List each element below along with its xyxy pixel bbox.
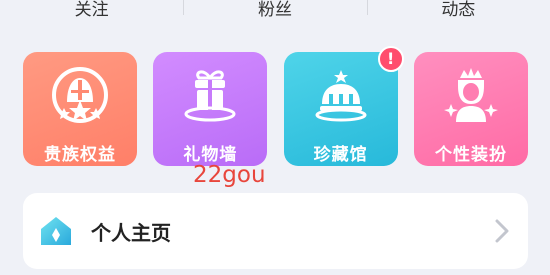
profile-stats-row: 关注 粉丝 动态 — [0, 0, 550, 20]
stat-follow[interactable]: 关注 — [0, 0, 183, 20]
tile-noble-rights[interactable]: 贵族权益 — [23, 52, 137, 166]
tile-collection-hall[interactable]: ! 珍藏馆 — [283, 46, 404, 166]
house-icon — [41, 217, 71, 245]
chevron-right-icon — [495, 219, 509, 243]
museum-icon — [315, 70, 367, 122]
tile-label: 贵族权益 — [44, 145, 116, 165]
tile-label: 珍藏馆 — [313, 145, 368, 165]
homepage-label: 个人主页 — [91, 220, 171, 245]
gift-icon — [184, 70, 236, 122]
princess-icon — [443, 68, 498, 122]
knight-helmet-icon — [52, 67, 108, 123]
watermark-text: 22gou — [193, 162, 266, 188]
stat-dynamic[interactable]: 动态 — [366, 0, 550, 20]
tile-label: 个性装扮 — [434, 145, 507, 165]
tile-gift-wall[interactable]: 礼物墙 — [153, 52, 268, 166]
feature-tiles: 贵族权益 礼物墙 ! 珍藏馆 个性装扮 — [23, 46, 528, 166]
tile-dress-up[interactable]: 个性装扮 — [413, 52, 528, 166]
stat-fans[interactable]: 粉丝 — [183, 0, 366, 20]
personal-homepage-entry[interactable]: 个人主页 — [23, 193, 528, 269]
notification-badge: ! — [377, 46, 404, 72]
